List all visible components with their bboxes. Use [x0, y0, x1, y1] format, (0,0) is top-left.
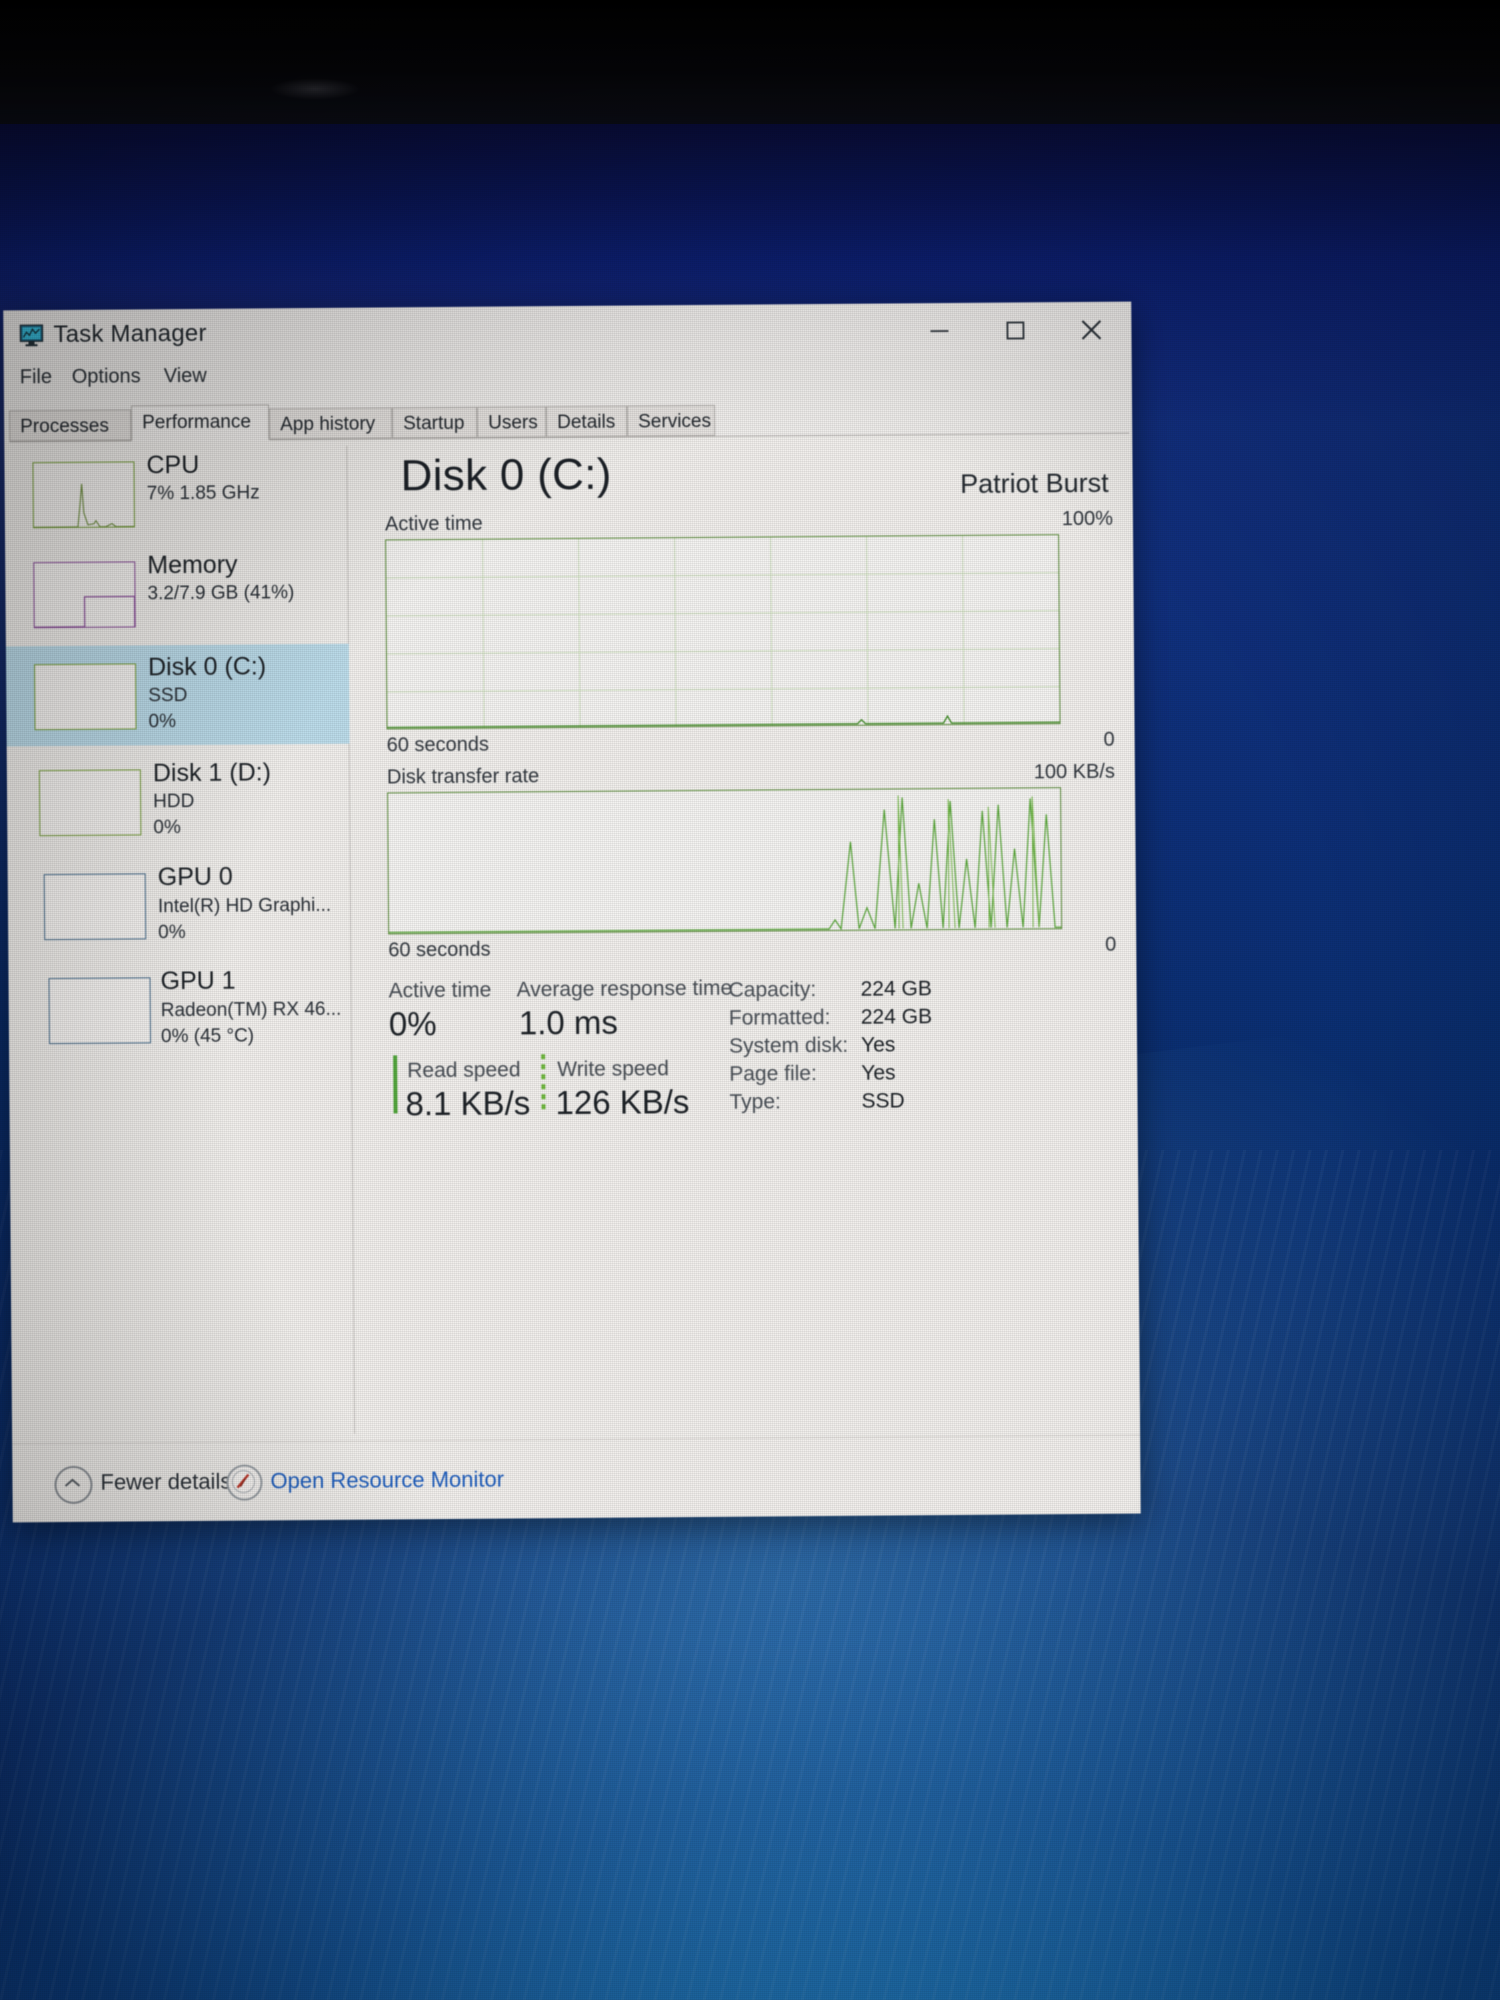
transfer-rate-graph — [387, 787, 1063, 935]
sidebar-item-disk-1-name: Disk 1 (D:) — [152, 758, 272, 788]
resource-monitor-icon[interactable] — [226, 1464, 263, 1501]
sidebar-item-gpu-0[interactable]: GPU 0 Intel(R) HD Graphi... 0% — [8, 854, 352, 959]
active-time-graph-label: Active time — [384, 512, 483, 536]
property-key-formatted: Formatted: — [728, 1005, 831, 1030]
property-value-page-file: Yes — [861, 1061, 896, 1085]
device-name: Patriot Burst — [959, 467, 1109, 499]
read-speed-legend-swatch — [393, 1055, 398, 1114]
disk0-sparkline-thumb — [34, 663, 137, 731]
title-bar[interactable]: Task Manager — [3, 301, 1132, 363]
active-time-stat-label: Active time — [388, 978, 492, 1003]
tab-details[interactable]: Details — [546, 405, 628, 438]
memory-sparkline-thumb — [33, 561, 136, 629]
sidebar-item-gpu-0-model: Intel(R) HD Graphi... — [157, 894, 332, 918]
task-manager-window[interactable]: Task Manager File Options View Processes… — [3, 301, 1141, 1523]
sidebar-item-gpu-0-name: GPU 0 — [157, 862, 233, 892]
sidebar-item-gpu-1[interactable]: GPU 1 Radeon(TM) RX 46... 0% (45 °C) — [8, 958, 352, 1063]
sidebar-item-disk-0-usage: 0% — [148, 711, 177, 733]
sidebar-item-cpu[interactable]: CPU 7% 1.85 GHz — [4, 444, 348, 543]
tab-users[interactable]: Users — [477, 406, 547, 438]
sidebar-item-disk-0-type: SSD — [148, 685, 188, 707]
active-time-graph-max: 100% — [1061, 507, 1114, 531]
disk1-sparkline-thumb — [38, 769, 142, 837]
performance-detail-panel: Disk 0 (C:) Patriot Burst Active time 10… — [364, 434, 1130, 1442]
sidebar-item-gpu-1-model: Radeon(TM) RX 46... — [160, 998, 342, 1022]
sidebar-item-memory-stat: 3.2/7.9 GB (41%) — [147, 582, 295, 605]
tab-services[interactable]: Services — [627, 404, 716, 437]
property-key-capacity: Capacity: — [728, 978, 817, 1002]
transfer-rate-graph-min: 0 — [1105, 933, 1117, 956]
chevron-up-circle-icon[interactable] — [54, 1465, 93, 1505]
page-title: Disk 0 (C:) — [400, 449, 612, 501]
sidebar-item-disk-1-usage: 0% — [153, 817, 181, 839]
avg-response-stat-value: 1.0 ms — [518, 1003, 619, 1042]
write-speed-label: Write speed — [557, 1057, 669, 1082]
tab-processes[interactable]: Processes — [9, 409, 132, 442]
sidebar-item-cpu-stat: 7% 1.85 GHz — [146, 482, 260, 505]
sidebar-item-disk-1-type: HDD — [153, 790, 195, 813]
transfer-rate-graph-max: 100 KB/s — [1033, 760, 1116, 784]
close-icon[interactable] — [1063, 310, 1119, 348]
read-speed-label: Read speed — [407, 1058, 521, 1083]
sidebar-item-cpu-name: CPU — [146, 450, 200, 480]
transfer-rate-graph-label: Disk transfer rate — [386, 765, 540, 789]
read-speed-value: 8.1 KB/s — [405, 1084, 531, 1123]
window-footer: Fewer details Open Resource Monitor — [12, 1434, 1141, 1523]
window-title: Task Manager — [53, 319, 207, 349]
property-value-formatted: 224 GB — [860, 1005, 933, 1029]
property-value-type: SSD — [861, 1089, 905, 1113]
sidebar-item-gpu-0-usage: 0% — [158, 922, 186, 944]
fewer-details-button[interactable]: Fewer details — [100, 1469, 231, 1496]
property-key-page-file: Page file: — [729, 1062, 817, 1086]
sidebar-item-gpu-1-name: GPU 1 — [160, 966, 236, 996]
monitor-photo: Task Manager File Options View Processes… — [0, 0, 1500, 2000]
maximize-icon[interactable] — [987, 310, 1043, 348]
monitor-bezel — [0, 0, 1500, 128]
window-body: CPU 7% 1.85 GHz Memory 3.2/7.9 GB (41%) — [4, 433, 1141, 1445]
tab-startup[interactable]: Startup — [392, 406, 478, 439]
sidebar-item-disk-0[interactable]: Disk 0 (C:) SSD 0% — [5, 643, 350, 747]
task-manager-icon — [19, 324, 44, 347]
menu-item-options[interactable]: Options — [72, 365, 141, 389]
minimize-icon[interactable] — [911, 311, 967, 349]
tab-performance[interactable]: Performance — [131, 404, 270, 442]
cpu-sparkline-thumb — [32, 461, 135, 529]
write-speed-value: 126 KB/s — [555, 1083, 690, 1122]
sidebar-item-disk-0-name: Disk 0 (C:) — [147, 652, 267, 682]
active-time-graph-xlabel: 60 seconds — [386, 733, 490, 757]
gpu1-sparkline-thumb — [48, 977, 152, 1045]
sidebar-item-disk-1[interactable]: Disk 1 (D:) HDD 0% — [7, 750, 351, 853]
menu-item-view[interactable]: View — [164, 365, 207, 388]
menu-item-file[interactable]: File — [20, 366, 52, 389]
property-value-system-disk: Yes — [860, 1033, 896, 1057]
property-key-type: Type: — [729, 1090, 781, 1114]
avg-response-stat-label: Average response time — [516, 976, 733, 1002]
active-time-stat-value: 0% — [388, 1005, 437, 1043]
property-key-system-disk: System disk: — [728, 1033, 849, 1058]
gpu0-sparkline-thumb — [43, 873, 147, 941]
sidebar-item-gpu-1-usage: 0% (45 °C) — [160, 1025, 255, 1048]
tab-app-history[interactable]: App history — [269, 407, 393, 440]
transfer-rate-graph-xlabel: 60 seconds — [388, 938, 491, 962]
active-time-graph — [385, 534, 1061, 730]
open-resource-monitor-link[interactable]: Open Resource Monitor — [270, 1467, 504, 1495]
sidebar-item-memory[interactable]: Memory 3.2/7.9 GB (41%) — [5, 544, 349, 643]
active-time-graph-min: 0 — [1103, 728, 1115, 751]
property-value-capacity: 224 GB — [860, 977, 932, 1001]
performance-sidebar[interactable]: CPU 7% 1.85 GHz Memory 3.2/7.9 GB (41%) — [4, 439, 356, 1445]
sidebar-item-memory-name: Memory — [147, 550, 238, 580]
menu-bar[interactable]: File Options View — [4, 358, 1132, 401]
write-speed-legend-swatch — [541, 1054, 546, 1113]
